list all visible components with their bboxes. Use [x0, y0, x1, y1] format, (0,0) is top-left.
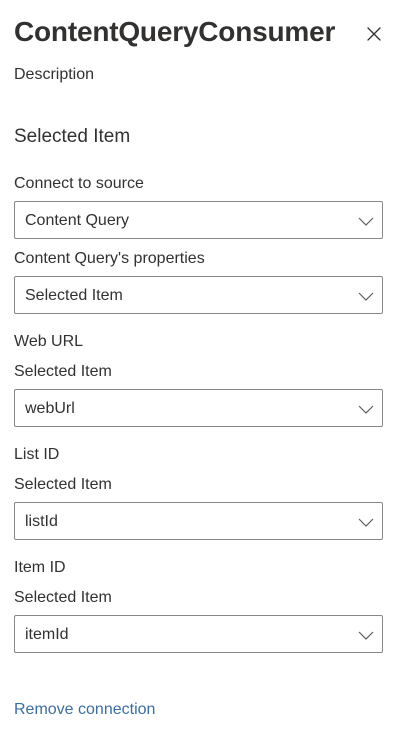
item-id-dropdown[interactable]: itemId	[14, 615, 383, 653]
list-id-label: List ID	[14, 446, 60, 463]
chevron-down-icon	[358, 518, 374, 527]
list-id-dropdown[interactable]: listId	[14, 502, 383, 540]
item-id-sublabel: Selected Item	[14, 589, 112, 606]
section-title: Selected Item	[14, 126, 131, 147]
dropdown-value: itemId	[25, 626, 69, 643]
close-button[interactable]	[360, 20, 388, 48]
content-query-properties-dropdown[interactable]: Selected Item	[14, 276, 383, 314]
web-url-dropdown[interactable]: webUrl	[14, 389, 383, 427]
close-icon	[367, 27, 381, 41]
dropdown-value: Selected Item	[25, 287, 123, 304]
web-url-label: Web URL	[14, 333, 84, 350]
connect-to-source-dropdown[interactable]: Content Query	[14, 201, 383, 239]
dropdown-value: webUrl	[25, 400, 75, 417]
chevron-down-icon	[358, 292, 374, 301]
chevron-down-icon	[358, 631, 374, 640]
connect-to-source-label: Connect to source	[14, 175, 144, 192]
list-id-sublabel: Selected Item	[14, 476, 112, 493]
property-pane: ContentQueryConsumer Description Selecte…	[0, 0, 400, 731]
item-id-label: Item ID	[14, 559, 66, 576]
chevron-down-icon	[358, 217, 374, 226]
dropdown-value: listId	[25, 513, 58, 530]
panel-title: ContentQueryConsumer	[14, 16, 336, 47]
remove-connection-link[interactable]: Remove connection	[14, 699, 155, 721]
web-url-sublabel: Selected Item	[14, 363, 112, 380]
dropdown-value: Content Query	[25, 212, 130, 229]
content-query-properties-label: Content Query's properties	[14, 250, 205, 267]
chevron-down-icon	[358, 405, 374, 414]
panel-description: Description	[14, 66, 95, 83]
